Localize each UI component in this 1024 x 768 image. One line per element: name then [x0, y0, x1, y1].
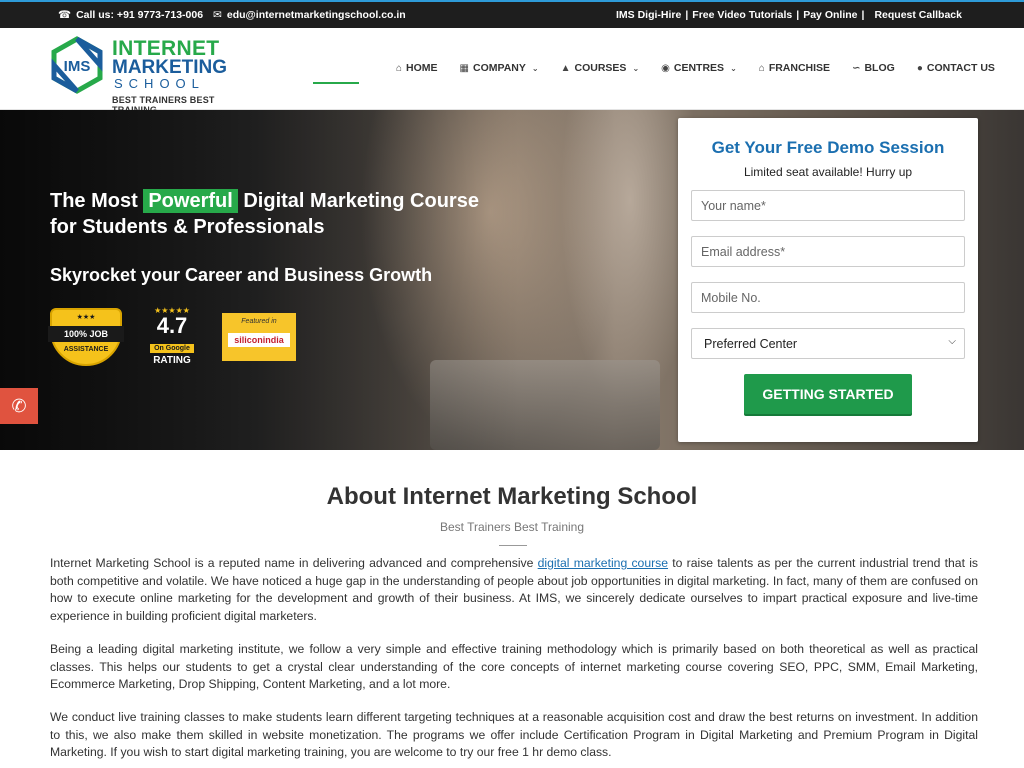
site-header: IMS INTERNET MARKETING SCHOOL BEST TRAIN… [0, 28, 1024, 115]
about-paragraph-1: Internet Marketing School is a reputed n… [50, 555, 978, 625]
map-marker-icon: ● [916, 62, 923, 74]
chevron-down-icon: ⌄ [730, 63, 737, 73]
demo-form-title: Get Your Free Demo Session [711, 138, 945, 157]
logo-line-3: SCHOOL [114, 76, 205, 91]
site-logo[interactable]: IMS INTERNET MARKETING SCHOOL BEST TRAIN… [48, 34, 228, 115]
nav-contact-label: CONTACT US [926, 62, 995, 74]
chevron-down-icon: ⌄ [531, 63, 539, 73]
svg-text:IMS: IMS [64, 58, 91, 75]
logo-line-2: MARKETING [112, 57, 228, 78]
ims-logo-icon: IMS [51, 36, 103, 94]
nav-franchise[interactable]: ⌂ FRANCHISE [759, 62, 830, 74]
nav-active-indicator [313, 82, 359, 84]
logo-line-1: INTERNET [112, 37, 220, 60]
nav-company-label: COMPANY [473, 62, 526, 74]
hero-badges: ★★★ 100% JOB ASSISTANCE ★★★★★ 4.7 On Goo… [48, 306, 296, 368]
nav-courses-label: COURSES [574, 62, 627, 74]
hero-subheadline: Skyrocket your Career and Business Growt… [50, 265, 433, 285]
job-badge-title: 100% JOB [48, 326, 124, 342]
getting-started-button[interactable]: GETTING STARTED [744, 374, 912, 414]
chevron-down-icon: ⌵ [948, 336, 956, 347]
about-paragraph-3: We conduct live training classes to make… [50, 710, 978, 759]
nav-home[interactable]: ⌂ HOME [396, 62, 438, 74]
separator: | [685, 9, 689, 21]
email-link[interactable]: ✉ edu@internetmarketingschool.co.in [213, 9, 406, 21]
nav-centres[interactable]: ◉ CENTRES ⌄ [661, 62, 737, 74]
rating-label: RATING [153, 355, 191, 366]
email-input[interactable] [691, 236, 965, 267]
call-button[interactable]: ✆ [0, 388, 38, 424]
chevron-down-icon: ⌄ [632, 63, 640, 73]
rating-value: 4.7 [156, 313, 188, 338]
name-input[interactable] [691, 190, 965, 221]
stars-icon: ★★★ [76, 314, 96, 321]
nav-franchise-label: FRANCHISE [768, 62, 831, 74]
top-links: IMS Digi-Hire | Free Video Tutorials | P… [616, 9, 962, 21]
nav-contact[interactable]: ● CONTACT US [917, 62, 995, 74]
nav-centres-label: CENTRES [673, 62, 725, 74]
hero-headline: The Most Powerful Digital Marketing Cour… [50, 188, 490, 240]
building-icon: ▦ [459, 62, 469, 74]
about-divider [499, 545, 527, 546]
job-badge-sub: ASSISTANCE [63, 346, 109, 353]
globe-icon: ◉ [661, 62, 670, 74]
preferred-center-value: Preferred Center [704, 337, 798, 351]
mobile-input[interactable] [691, 282, 965, 313]
top-bar: ☎ Call us: +91 9773-713-006 ✉ edu@intern… [0, 0, 1024, 28]
headline-highlight: Powerful [143, 189, 238, 213]
digi-hire-link[interactable]: IMS Digi-Hire [616, 9, 681, 21]
home-icon: ⌂ [396, 62, 403, 74]
rss-icon: ∽ [852, 62, 861, 74]
p1-before: Internet Marketing School is a reputed n… [50, 556, 534, 570]
institution-icon: ⌂ [758, 62, 765, 74]
envelope-icon: ✉ [213, 9, 222, 21]
rating-source: On Google [150, 344, 194, 353]
google-rating-badge: ★★★★★ 4.7 On Google RATING [136, 306, 208, 368]
pay-online-link[interactable]: Pay Online [803, 9, 857, 21]
nav-home-label: HOME [406, 62, 438, 74]
graduation-cap-icon: ▲ [560, 62, 571, 74]
about-subtitle: Best Trainers Best Training [439, 520, 585, 534]
preferred-center-select[interactable]: Preferred Center ⌵ [691, 328, 965, 359]
phone-text: Call us: +91 9773-713-006 [76, 9, 204, 21]
request-callback-link[interactable]: Request Callback [874, 9, 962, 21]
phone-icon: ✆ [11, 396, 27, 416]
nav-blog[interactable]: ∽ BLOG [852, 62, 895, 74]
about-paragraph-2: Being a leading digital marketing instit… [50, 642, 978, 691]
siliconindia-logo: siliconindia [228, 333, 290, 347]
headline-pre: The Most [50, 190, 138, 212]
top-contact: ☎ Call us: +91 9773-713-006 ✉ edu@intern… [58, 9, 406, 21]
video-tutorials-link[interactable]: Free Video Tutorials [692, 9, 792, 21]
nav-blog-label: BLOG [864, 62, 895, 74]
job-assistance-badge: ★★★ 100% JOB ASSISTANCE [48, 308, 124, 366]
separator: | [861, 9, 865, 21]
email-text: edu@internetmarketingschool.co.in [226, 9, 406, 21]
nav-company[interactable]: ▦ COMPANY ⌄ [460, 62, 539, 74]
siliconindia-badge: Featured in siliconindia [222, 313, 296, 361]
phone-link[interactable]: ☎ Call us: +91 9773-713-006 [58, 9, 203, 21]
nav-courses[interactable]: ▲ COURSES ⌄ [561, 62, 640, 74]
featured-in-text: Featured in [241, 318, 277, 325]
phone-icon: ☎ [58, 9, 72, 21]
demo-form: Get Your Free Demo Session Limited seat … [678, 118, 978, 442]
about-title: About Internet Marketing School [326, 483, 698, 510]
main-nav: ⌂ HOME ▦ COMPANY ⌄ ▲ COURSES ⌄ ◉ CENTRES… [396, 62, 995, 74]
separator: | [796, 9, 800, 21]
digital-marketing-course-link[interactable]: digital marketing course [538, 556, 668, 570]
demo-form-subtitle: Limited seat available! Hurry up [743, 165, 913, 179]
